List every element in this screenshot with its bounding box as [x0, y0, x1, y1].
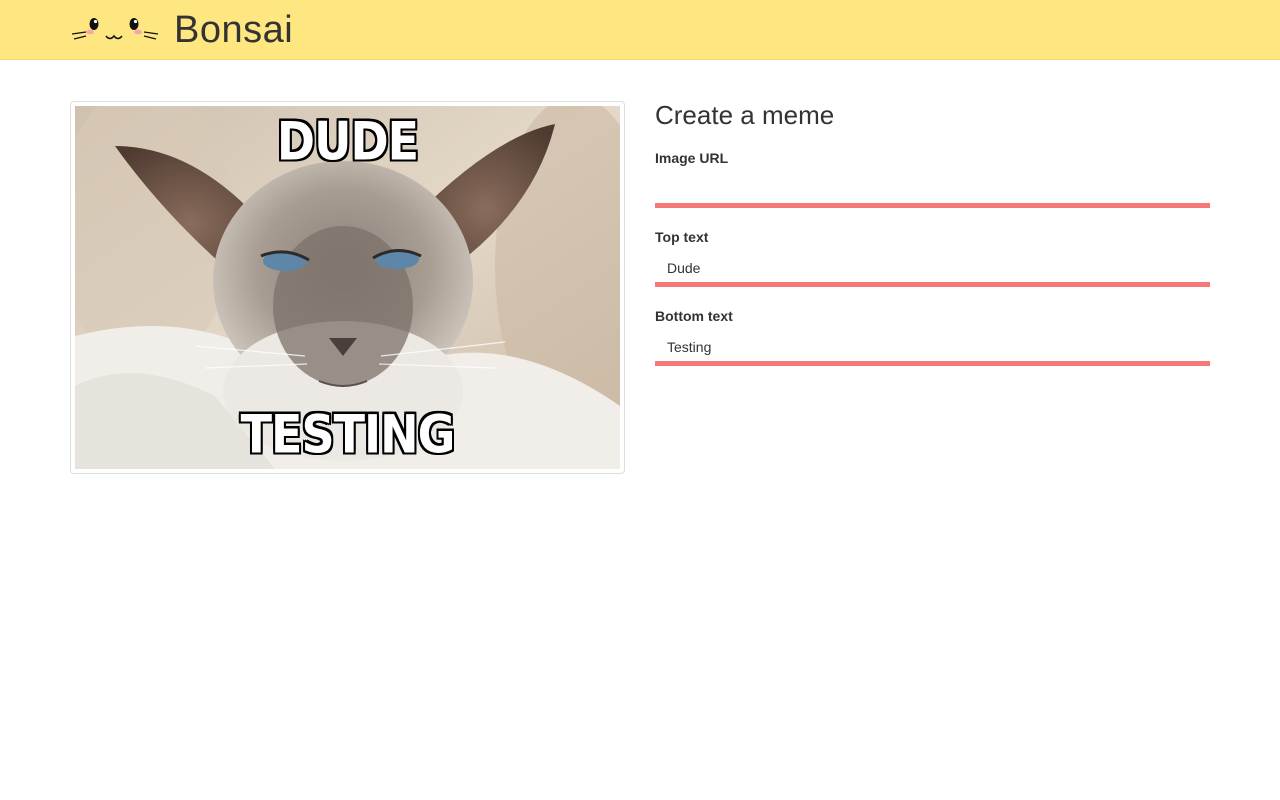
meme-preview: DUDE TESTING [70, 101, 625, 474]
top-text-group: Top text [655, 227, 1210, 287]
brand[interactable]: Bonsai [70, 0, 293, 60]
bottom-text-input[interactable] [655, 326, 1210, 366]
meme-bottom-text: TESTING [240, 402, 456, 466]
top-text-input[interactable] [655, 247, 1210, 287]
bottom-text-group: Bottom text [655, 306, 1210, 366]
brand-name: Bonsai [174, 9, 294, 51]
cat-face-icon [71, 18, 159, 40]
meme-top-text: DUDE [276, 109, 419, 173]
meme-image: DUDE TESTING [75, 106, 620, 469]
meme-form: Create a meme Image URL Top text Bottom … [655, 96, 1210, 366]
bottom-text-label: Bottom text [655, 308, 733, 324]
navbar: Bonsai [0, 0, 1280, 60]
image-url-input[interactable] [655, 168, 1210, 208]
form-title: Create a meme [655, 100, 835, 130]
image-url-label: Image URL [655, 150, 729, 166]
image-url-group: Image URL [655, 148, 1210, 208]
top-text-label: Top text [655, 229, 709, 245]
